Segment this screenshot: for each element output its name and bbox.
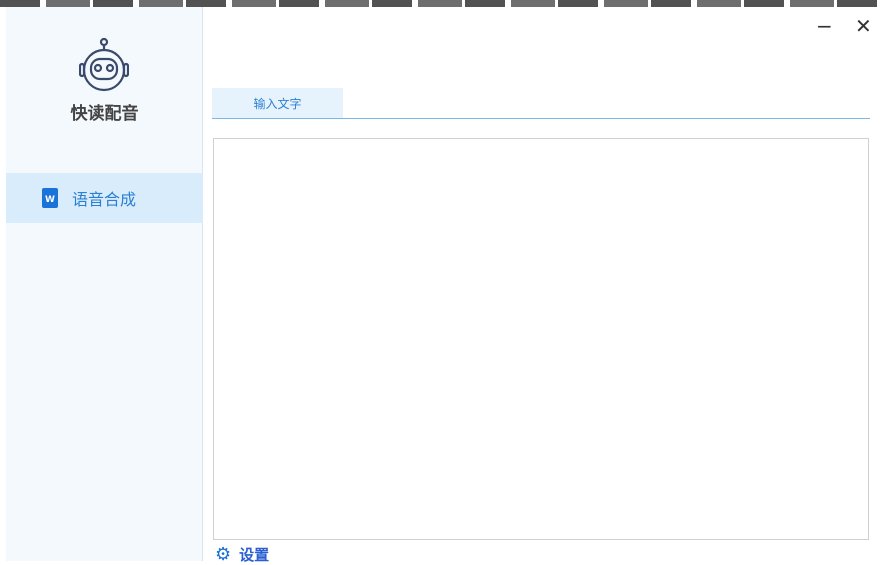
app-name: 快读配音 <box>70 104 139 124</box>
tab-input-text[interactable]: 输入文字 <box>212 88 343 118</box>
sidebar: 快读配音 W 语音合成 <box>6 7 203 561</box>
text-input-area[interactable] <box>213 138 869 540</box>
robot-logo-icon <box>79 37 129 92</box>
word-doc-icon: W <box>42 188 58 208</box>
sidebar-item-speech-synthesis[interactable]: W 语音合成 <box>6 173 203 223</box>
background-window-strip <box>0 0 880 7</box>
tab-bar: 输入文字 <box>212 88 870 119</box>
settings-button[interactable]: ⚙ 设置 <box>215 544 269 565</box>
settings-label: 设置 <box>239 546 270 564</box>
minimize-button[interactable]: − <box>816 14 833 38</box>
sidebar-item-label: 语音合成 <box>72 190 137 209</box>
close-button[interactable]: ✕ <box>855 14 872 38</box>
